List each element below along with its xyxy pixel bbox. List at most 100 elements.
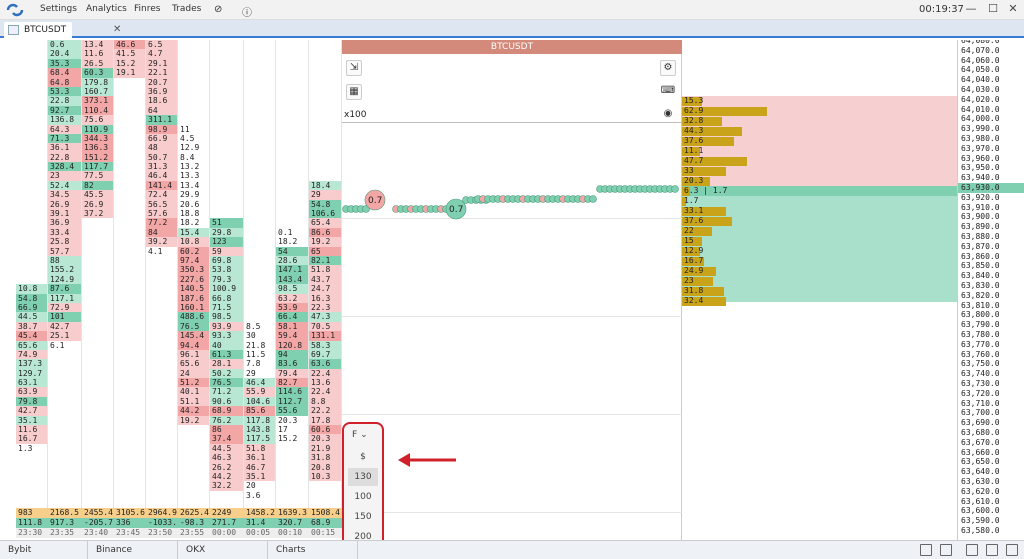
cluster-cell [276,87,308,96]
cluster-cell: 22.4 [309,368,341,379]
cluster-cell: 53.9 [276,302,308,313]
tab-okx[interactable]: OKX [178,541,268,559]
tab-btcusdt[interactable]: BTCUSDT [4,22,73,38]
cluster-cell: 23 [48,171,81,181]
price-label: 63,770.0 [961,339,1000,349]
cluster-cell: 60.6 [309,425,341,435]
cluster-cell: 3.6 [246,490,261,500]
cluster-cell [178,115,209,124]
cluster-cell [309,153,341,162]
maximize-icon[interactable]: ☐ [986,2,1000,16]
cluster-cell [309,106,341,115]
cluster-cell [244,143,275,152]
pin-off-icon[interactable]: ⊘ [214,4,222,15]
filter-dropdown[interactable]: F ⌄ $ 130 100 150 200 250 [342,422,384,540]
cluster-cell: 104.6 [244,396,275,407]
cluster-cell [276,153,308,162]
cluster-cell: 97.4 [178,255,209,266]
cluster-cell: 13.6 [309,378,341,388]
window-icon[interactable] [940,544,952,556]
cluster-cell [16,265,47,274]
cluster-cell: 36.9 [48,218,81,228]
cluster-cell: 136.3 [82,143,113,153]
cluster-cell: 68.4 [48,68,81,78]
book-row: 33.1 [682,206,957,216]
help-icon[interactable]: ⓘ [242,4,252,19]
column-time: 23:35 [48,528,82,538]
filter-option-200[interactable]: 200 [348,528,378,540]
cluster-cell: 34.5 [48,190,81,200]
filter-header[interactable]: F ⌄ [348,426,378,444]
cluster-cell: 20.4 [48,49,81,59]
price-label: 63,790.0 [961,320,1000,330]
price-axis[interactable]: 64,080.0 64,070.0 64,060.0 64,050.0 64,040.0… [957,40,1024,540]
tab-binance[interactable]: Binance [88,541,178,559]
cluster-column: 10.8 54.8 66.9 44.5 38.7 45.4 65.6 74.9 137.3 129… [16,40,48,508]
price-label: 64,030.0 [961,85,1000,94]
cluster-cell [16,59,47,68]
tab-bybit[interactable]: Bybit [0,541,88,559]
minimize-icon[interactable]: — [964,2,978,16]
cluster-cell [16,143,47,152]
tab-charts[interactable]: Charts [268,541,358,559]
cluster-cell: 61.3 [210,349,243,360]
cluster-cell: 160.1 [178,302,209,313]
cluster-cell [244,312,275,321]
help-panel-icon[interactable] [1006,544,1018,556]
cluster-cell: 90.6 [210,396,243,407]
book-volume: 32.8 [684,116,704,125]
order-book: 15.3 62.9 32.8 44.3 37.6 11.1 47.7 33 20.3 6.3 | … [682,40,957,540]
book-volume: 15.3 [684,96,704,105]
cluster-cell: 143.4 [276,274,308,285]
book-row: 33 [682,166,957,176]
notes-icon[interactable] [966,544,978,556]
filter-option-dollar[interactable]: $ [348,448,378,466]
menu-trades[interactable]: Trades [172,4,201,14]
cluster-cell: 31.8 [309,453,341,463]
cluster-cell: 20.7 [146,77,177,87]
cluster-cell [276,190,308,199]
cluster-cell: 98.9 [146,124,177,134]
trade-tape [342,185,679,220]
book-row: 62.9 [682,106,957,116]
cluster-cell: 19.1 [114,68,145,78]
cluster-cell: 64 [146,105,177,116]
filter-option-150[interactable]: 150 [348,508,378,526]
filter-option-100[interactable]: 100 [348,488,378,506]
cluster-cell: 6.1 [50,340,65,350]
close-icon[interactable]: ✕ [1006,2,1020,16]
cluster-cell: 65.6 [178,359,209,369]
menu-analytics[interactable]: Analytics [86,4,127,14]
column-total: 3105.6 [114,508,146,518]
cluster-cell: 96.1 [178,349,209,360]
chart-panel[interactable]: BTCUSDT ⇲ ▦ ⚙ ⌨ ◉ x100 0.7 0.7 [342,40,682,540]
cluster-cell: 26.2 [210,462,243,472]
column-total: 2168.5 [48,508,82,518]
column-total: 2249 [210,508,244,518]
menu-finres[interactable]: Finres [134,4,160,14]
cluster-cell [244,200,275,209]
price-label: 64,010.0 [961,104,1000,114]
screenshot-icon[interactable] [920,544,932,556]
price-label: 63,860.0 [961,251,1000,261]
tab-label: BTCUSDT [24,25,67,35]
filter-option-130[interactable]: 130 [348,468,378,486]
cluster-cell: 21.8 [246,340,266,350]
cluster-cell: 29 [309,190,341,200]
cluster-cell: 140.5 [178,284,209,294]
cluster-cell: 51.8 [309,265,341,275]
price-label: 63,580.0 [961,526,1000,535]
cluster-cell [309,68,341,77]
cluster-cell: 328.4 [48,162,81,172]
cluster-cell [178,59,209,68]
tab-close-icon[interactable]: ✕ [113,24,121,35]
layout-icon[interactable] [986,544,998,556]
column-time: 00:10 [276,528,309,538]
cluster-cell: 86 [210,425,243,435]
column-total: 983 [16,508,48,518]
menu-settings[interactable]: Settings [40,4,77,14]
price-label: 63,750.0 [961,359,1000,369]
price-label: 64,000.0 [961,114,1000,124]
cluster-cell [244,209,275,218]
cluster-cell: 44.5 [16,312,47,322]
